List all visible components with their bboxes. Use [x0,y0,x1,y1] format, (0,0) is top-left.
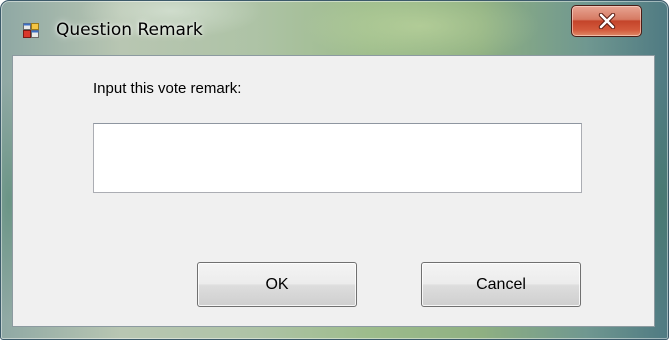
window-title: Question Remark [56,20,203,40]
remark-prompt-label: Input this vote remark: [93,80,242,97]
title-bar[interactable]: Question Remark [1,1,668,55]
close-button[interactable] [571,5,642,37]
dialog-window: Question Remark Input this vote remark: … [0,0,669,340]
ok-button[interactable]: OK [197,262,357,307]
dialog-client-area: Input this vote remark: OK Cancel [12,55,655,327]
close-icon [598,13,616,29]
app-window-icon [23,23,39,38]
remark-input[interactable] [93,123,582,193]
cancel-button[interactable]: Cancel [421,262,581,307]
